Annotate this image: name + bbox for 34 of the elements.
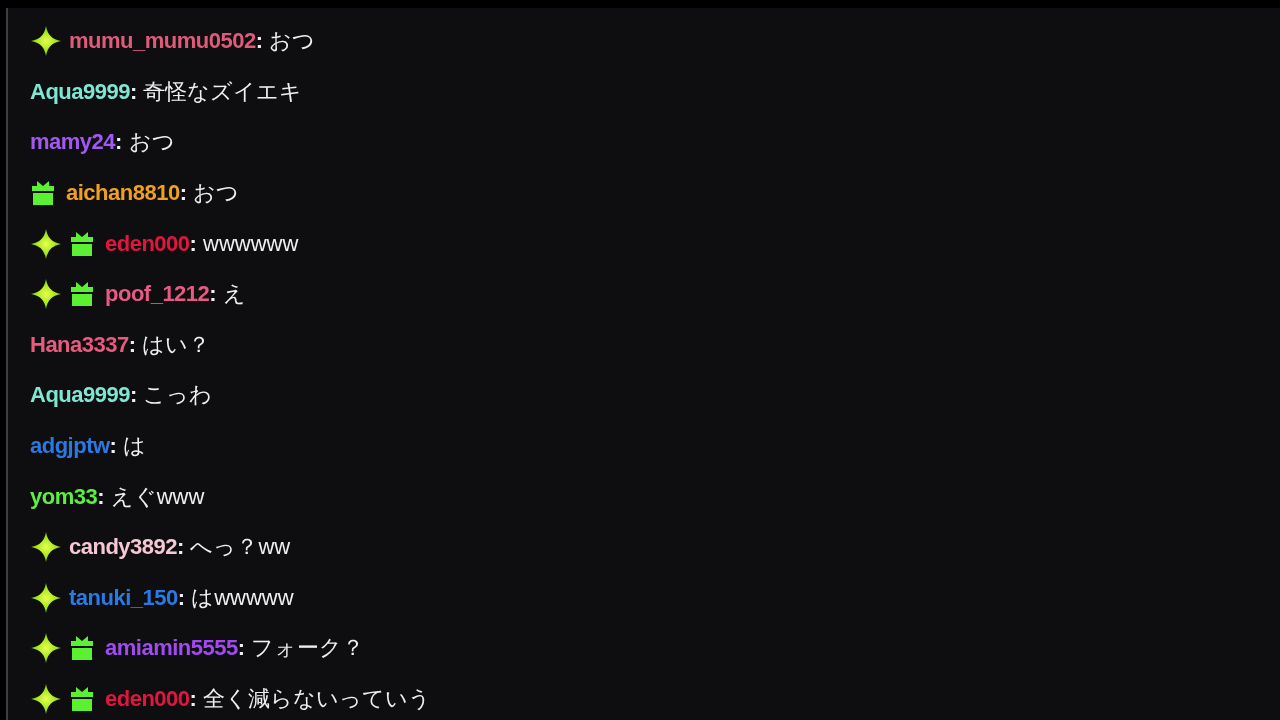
username[interactable]: poof_1212 xyxy=(105,281,210,308)
username[interactable]: eden000 xyxy=(105,230,190,257)
username[interactable]: candy3892 xyxy=(69,534,178,561)
message-text: : 全く減らないっていう xyxy=(189,685,431,713)
message-text: : はい？ xyxy=(128,330,211,359)
message-text: : はwwwww xyxy=(177,583,294,612)
message-text: : え xyxy=(209,280,246,309)
username[interactable]: aichan8810 xyxy=(66,180,180,207)
username[interactable]: Hana3337 xyxy=(30,331,129,358)
gift-icon xyxy=(69,230,95,257)
username[interactable]: Aqua9999 xyxy=(30,78,130,105)
username[interactable]: mamy24 xyxy=(30,129,116,156)
message-text: : こっわ xyxy=(129,381,213,410)
username[interactable]: yom33 xyxy=(30,483,98,510)
sparkle-icon xyxy=(30,683,62,715)
gift-icon xyxy=(69,635,95,662)
username[interactable]: adgjptw xyxy=(30,433,110,460)
message-text: : おつ xyxy=(115,128,175,157)
gift-icon xyxy=(69,281,95,308)
username[interactable]: tanuki_150 xyxy=(69,584,178,611)
gift-icon xyxy=(30,180,56,207)
message-text: : フォーク？ xyxy=(237,634,365,663)
username[interactable]: mumu_mumu0502 xyxy=(69,28,256,55)
username[interactable]: eden000 xyxy=(105,686,190,712)
message-text: : は xyxy=(109,432,147,461)
username[interactable]: amiamin5555 xyxy=(105,635,238,662)
message-text: : おつ xyxy=(179,179,240,208)
message-text: : おつ xyxy=(255,27,316,56)
message-text: : へっ？ww xyxy=(177,533,291,562)
message-text: : 奇怪なズイエキ xyxy=(129,77,303,106)
username[interactable]: Aqua9999 xyxy=(30,382,130,409)
gift-icon xyxy=(69,686,95,712)
message-text: : wwwwww xyxy=(189,230,299,257)
message-text: : えぐwww xyxy=(97,482,205,511)
